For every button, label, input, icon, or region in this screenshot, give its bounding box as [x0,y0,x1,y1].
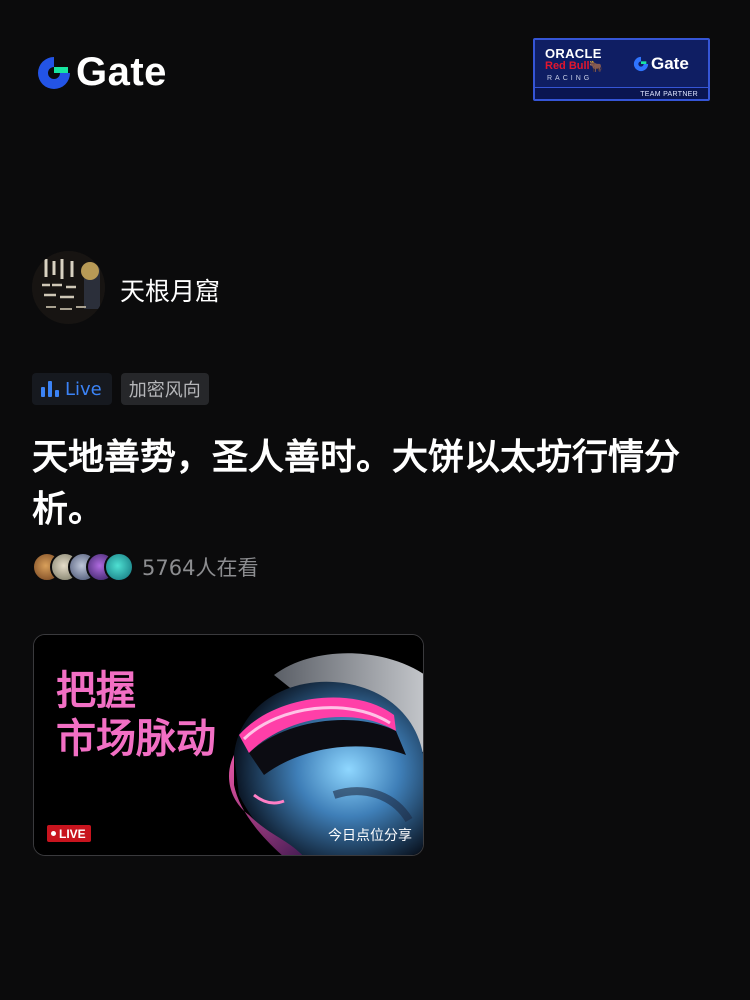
live-badge: LIVE [47,825,91,842]
brand-name: Gate [76,50,167,94]
live-tag[interactable]: Live [32,373,112,405]
oracle-wordmark: ORACLE [545,46,602,61]
gate-logo-icon [633,56,649,72]
viewer-info: 5764人在看 [32,552,258,582]
bar-chart-icon [41,381,59,397]
category-tag[interactable]: 加密风向 [120,373,209,405]
cover-title-line1: 把握 [56,668,136,714]
bull-icon: 🐂 [589,60,603,73]
live-cover-card[interactable]: 把握 市场脉动 LIVE 今日点位分享 [33,634,424,856]
gate-logo[interactable]: Gate [36,50,167,95]
redbull-wordmark: Red Bull [545,60,590,72]
team-partner-banner[interactable]: ORACLE Red Bull 🐂 RACING Gate TEAM PARTN… [533,38,710,101]
post-tags: Live 加密风向 [32,373,209,405]
cover-caption: 今日点位分享 [328,828,412,844]
cover-title-line2: 市场脉动 [56,716,216,762]
live-badge-label: LIVE [59,826,86,841]
author-name[interactable]: 天根月窟 [120,272,220,308]
gate-logo-icon [38,56,70,89]
racing-wordmark: RACING [547,75,593,82]
viewer-count: 5764人在看 [142,556,259,580]
avatar [104,552,134,582]
partner-gate-text: Gate [651,54,689,73]
cover-title: 把握 市场脉动 [56,667,216,763]
viewer-avatars [32,552,134,582]
partner-gate-logo: Gate [633,54,689,74]
author-avatar[interactable] [32,251,105,324]
live-tag-label: Live [65,378,102,400]
live-dot-icon [51,831,56,836]
author-avatar-image [32,251,105,324]
team-partner-label: TEAM PARTNER [640,91,698,98]
post-title[interactable]: 天地善势，圣人善时。大饼以太坊行情分析。 [32,432,722,536]
